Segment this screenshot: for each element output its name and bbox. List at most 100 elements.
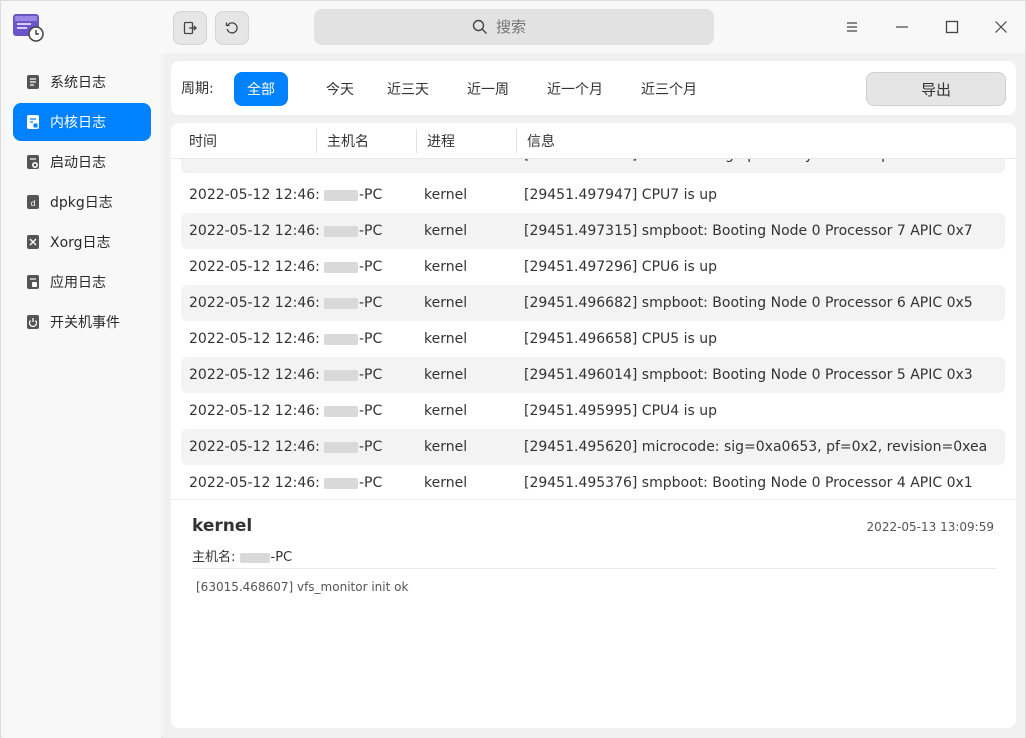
svg-text:d: d: [30, 199, 35, 208]
table-row[interactable]: 2022-05-12 12:46:… -PC kernel [29451.497…: [181, 177, 1005, 213]
period-option-today[interactable]: 今天: [313, 72, 367, 106]
column-header-host[interactable]: 主机名: [317, 123, 416, 159]
detail-timestamp: 2022-05-13 13:09:59: [866, 520, 994, 534]
refresh-button[interactable]: [215, 11, 249, 45]
boot-log-icon: [27, 155, 39, 169]
sidebar-item-label: dpkg日志: [50, 195, 113, 211]
sidebar-item-label: 系统日志: [50, 75, 106, 91]
table-row[interactable]: 2022-05-12 12:46 mini-PC kernel [29451.5…: [181, 159, 1005, 173]
maximize-button[interactable]: [938, 13, 966, 41]
cell-info: [29451.497947] CPU7 is up: [524, 187, 718, 203]
host-suffix: -PC: [359, 331, 383, 347]
column-header-info[interactable]: 信息: [517, 123, 1007, 159]
cell-process: kernel: [424, 439, 468, 455]
cell-info: [29451.496658] CPU5 is up: [524, 331, 718, 347]
sidebar-item-xorg-log[interactable]: Xorg日志: [13, 223, 151, 261]
host-suffix: -PC: [359, 223, 383, 239]
cell-info: [29451.495620] microcode: sig=0xa0653, p…: [524, 439, 988, 455]
host-suffix: -PC: [359, 259, 383, 275]
period-option-month[interactable]: 近一个月: [534, 72, 616, 106]
redacted-hostname: [324, 405, 358, 417]
table-row[interactable]: 2022-05-12 12:46:… -PC kernel [29451.495…: [181, 465, 1005, 499]
cell-time: 2022-05-12 12:46:…: [189, 259, 319, 275]
sidebar-item-label: 内核日志: [50, 115, 106, 131]
titlebar: [1, 1, 1025, 53]
period-label: 周期:: [181, 81, 214, 97]
redacted-hostname: [324, 225, 358, 237]
sidebar-item-boot-log[interactable]: 启动日志: [13, 143, 151, 181]
cell-process: kernel: [424, 259, 468, 275]
host-suffix: -PC: [359, 475, 383, 491]
system-log-icon: [27, 75, 39, 89]
redacted-hostname: [324, 261, 358, 273]
minimize-icon: [896, 26, 908, 28]
export-view-button[interactable]: [173, 11, 207, 45]
log-table: 时间 主机名 进程 信息 2022-05-12 12:46 mini-PC ke…: [171, 123, 1016, 499]
column-header-time[interactable]: 时间: [179, 123, 316, 159]
menu-icon: [847, 22, 857, 32]
table-row[interactable]: 2022-05-12 12:46:… -PC kernel [29451.497…: [181, 249, 1005, 285]
table-row[interactable]: 2022-05-12 12:46:… -PC kernel [29451.496…: [181, 321, 1005, 357]
cell-time: 2022-05-12 12:46:…: [189, 403, 319, 419]
detail-message: [63015.468607] vfs_monitor init ok: [196, 580, 409, 594]
sidebar-item-label: 启动日志: [50, 155, 106, 171]
minimize-button[interactable]: [888, 13, 916, 41]
cell-time: 2022-05-12 12:46:…: [189, 295, 319, 311]
host-suffix: -PC: [359, 295, 383, 311]
cell-process: kernel: [424, 187, 468, 203]
sidebar-item-label: 开关机事件: [50, 315, 120, 331]
sidebar-item-label: 应用日志: [50, 275, 106, 291]
cell-process: kernel: [424, 223, 468, 239]
sidebar-item-dpkg-log[interactable]: d dpkg日志: [13, 183, 151, 221]
cell-info: [29451.495376] smpboot: Booting Node 0 P…: [524, 475, 973, 491]
sidebar-item-system-log[interactable]: 系统日志: [13, 63, 151, 101]
cell-time: 2022-05-12 12:46:…: [189, 475, 319, 491]
cell-time: 2022-05-12 12:46: [189, 159, 319, 173]
cell-info: [29451.497296] CPU6 is up: [524, 259, 718, 275]
table-row[interactable]: 2022-05-12 12:46:… -PC kernel [29451.496…: [181, 357, 1005, 393]
detail-process-title: kernel: [192, 516, 253, 536]
detail-host-label: 主机名:: [192, 550, 236, 565]
sidebar-item-power-events[interactable]: 开关机事件: [13, 303, 151, 341]
cell-process: kernel: [424, 367, 468, 383]
export-button[interactable]: 导出: [866, 72, 1006, 106]
table-row[interactable]: 2022-05-12 12:46:… -PC kernel [29451.497…: [181, 213, 1005, 249]
period-option-3months[interactable]: 近三个月: [628, 72, 710, 106]
period-option-all[interactable]: 全部: [234, 72, 288, 106]
app-logo-icon: [12, 12, 44, 42]
cell-host: -PC: [324, 177, 419, 213]
table-row[interactable]: 2022-05-12 12:46:… -PC kernel [29451.495…: [181, 393, 1005, 429]
refresh-icon: [225, 22, 238, 34]
log-viewer-window: 系统日志 内核日志 启动日志 d dpkg日志 Xorg日志 应用日志 开关机事…: [0, 0, 1026, 738]
cell-process: kernel: [424, 331, 468, 347]
period-option-week[interactable]: 近一周: [454, 72, 522, 106]
column-header-process[interactable]: 进程: [417, 123, 516, 159]
cell-info: [29451.497315] smpboot: Booting Node 0 P…: [524, 223, 973, 239]
divider: [192, 568, 996, 569]
cell-host: mini-PC: [324, 159, 419, 173]
cell-process: kernel: [424, 159, 519, 173]
search-input[interactable]: [496, 18, 556, 36]
exit-icon: [183, 21, 197, 35]
table-row[interactable]: 2022-05-12 12:46:… -PC kernel [29451.496…: [181, 285, 1005, 321]
cell-host: -PC: [324, 429, 419, 465]
cell-time: 2022-05-12 12:46:…: [189, 439, 319, 455]
table-row[interactable]: 2022-05-12 12:46:… -PC kernel [29451.495…: [181, 429, 1005, 465]
cell-info: [29451.500330] ACPI: Waking up from syst…: [524, 159, 999, 173]
host-suffix: -PC: [359, 367, 383, 383]
app-log-icon: [27, 275, 39, 289]
host-suffix: -PC: [359, 187, 383, 203]
cell-time: 2022-05-12 12:46:…: [189, 331, 319, 347]
redacted-hostname: [324, 297, 358, 309]
search-box[interactable]: [314, 9, 714, 45]
close-button[interactable]: [987, 13, 1015, 41]
menu-button[interactable]: [838, 13, 866, 41]
kernel-log-icon: [27, 115, 39, 129]
host-suffix: -PC: [359, 403, 383, 419]
search-icon: [472, 19, 487, 34]
period-option-3days[interactable]: 近三天: [374, 72, 442, 106]
cell-time: 2022-05-12 12:46:…: [189, 223, 319, 239]
cell-info: [29451.496682] smpboot: Booting Node 0 P…: [524, 295, 973, 311]
sidebar-item-kernel-log[interactable]: 内核日志: [13, 103, 151, 141]
sidebar-item-app-log[interactable]: 应用日志: [13, 263, 151, 301]
